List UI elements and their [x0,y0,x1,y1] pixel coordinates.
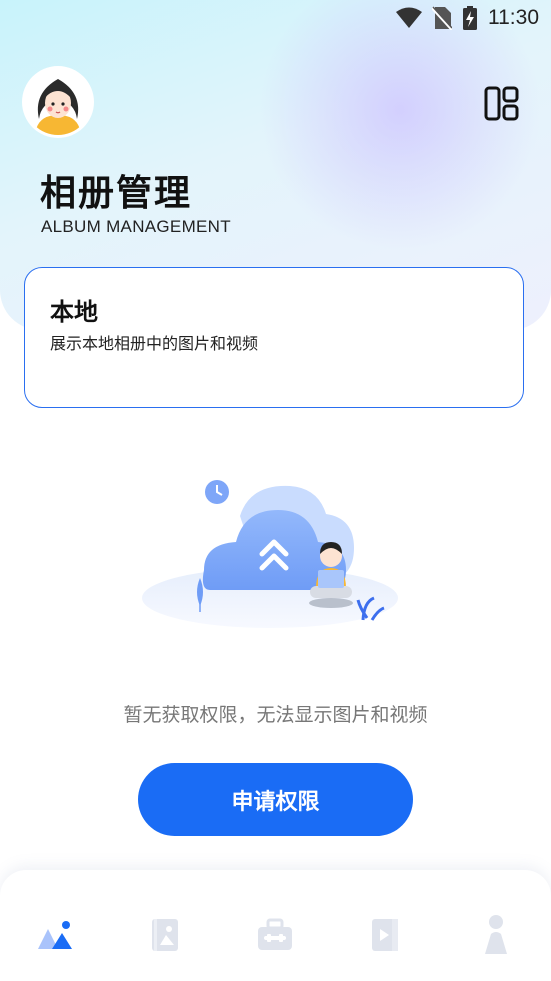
nav-item-profile[interactable] [474,913,518,957]
empty-state-message: 暂无获取权限，无法显示图片和视频 [123,704,428,726]
photo-frame-icon [152,919,178,951]
profile-icon [485,915,507,954]
avatar[interactable] [25,69,91,135]
page-subtitle: ALBUM MANAGEMENT [41,217,231,236]
page-title: 相册管理 [40,173,193,214]
status-bar: 11:30 [0,0,551,38]
wifi-icon [396,7,422,28]
local-album-card[interactable]: 本地 展示本地相册中的图片和视频 [24,267,524,408]
nav-item-video[interactable] [363,913,407,957]
bottom-nav [0,870,551,981]
avatar-girl-icon [25,69,91,135]
card-title: 本地 [50,298,98,326]
video-icon [372,919,398,951]
nav-item-photos[interactable] [143,913,187,957]
status-time: 11:30 [488,6,539,29]
cloud-upload-illustration [142,480,398,628]
card-description: 展示本地相册中的图片和视频 [50,334,259,353]
toolbox-icon [258,918,292,950]
album-icon [38,921,72,949]
no-sim-icon [432,6,452,30]
request-permission-button[interactable]: 申请权限 [138,763,413,836]
battery-charging-icon [463,6,477,30]
nav-item-album[interactable] [34,913,78,957]
layout-grid-icon[interactable] [484,86,519,121]
nav-item-toolbox[interactable] [253,913,297,957]
